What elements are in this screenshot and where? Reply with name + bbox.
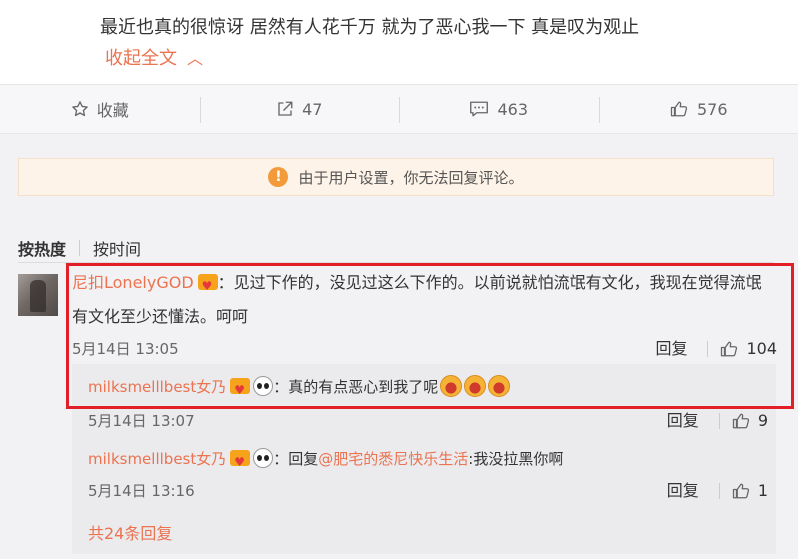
reply-timestamp: 5月14日 13:07 [88,412,195,430]
comment-item: 尼扣LonelyGOD ：见过下作的，没见过这么下作的。以前说就怕流氓有文化，我现… [72,268,777,368]
weibo-post-card: 最近也真的很惊讶 居然有人花千万 就为了恶心我一下 真是叹为观止 收起全文 ︿ 收… [0,0,798,559]
reply-prefix: ：回复 [273,450,319,468]
member-badge-icon [230,375,251,405]
collapse-full-text-link[interactable]: 收起全文 ︿ [105,46,203,72]
reply-restriction-notice: ! 由于用户设置，你无法回复评论。 [18,158,774,196]
laughing-emoji-icon [488,375,511,397]
thumbs-up-icon[interactable] [732,412,750,430]
favorite-button[interactable]: 收藏 [0,85,200,133]
share-icon [278,101,293,116]
reply-username[interactable]: milksmelllbest女乃 [88,450,226,468]
like-button[interactable]: 576 [598,85,798,133]
action-divider [718,483,720,499]
reply-text: :我没拉黑你啊 [468,450,564,468]
share-count: 47 [302,99,323,119]
panda-badge-icon [253,376,274,396]
reply-like-count: 9 [757,411,768,430]
reply-body: milksmelllbest女乃 ：回复@肥宅的悉尼快乐生活:我没拉黑你啊 [88,444,768,477]
laughing-emoji-icon [440,375,463,397]
reply-item: milksmelllbest女乃 ：真的有点恶心到我了呢 5月14日 13:07 … [88,372,768,438]
reply-button[interactable]: 回复 [667,406,699,436]
thumbs-up-icon [670,101,688,117]
sort-divider-line [18,262,774,263]
comment-actions: 回复 104 [655,334,777,364]
reply-meta-row: 5月14日 13:07 回复 9 [88,406,768,438]
reply-like-count: 1 [757,481,768,500]
post-action-bar: 收藏 47 463 576 [0,84,798,134]
comment-icon [470,101,489,117]
post-text: 最近也真的很惊讶 居然有人花千万 就为了恶心我一下 真是叹为观止 [100,17,640,38]
comment-username[interactable]: 尼扣LonelyGOD [72,273,194,292]
reply-actions: 回复 9 [667,406,768,436]
action-divider [707,341,709,357]
notice-text: 由于用户设置，你无法回复评论。 [298,168,524,187]
like-count: 576 [696,99,728,119]
reply-button[interactable]: 回复 [655,334,687,364]
reply-username[interactable]: milksmelllbest女乃 [88,378,226,396]
comment-like-count: 104 [746,339,777,358]
warning-icon: ! [268,167,289,187]
share-button[interactable]: 47 [199,85,400,133]
favorite-label: 收藏 [96,101,129,120]
reply-text: ：真的有点恶心到我了呢 [273,378,439,396]
action-divider [718,413,720,429]
sort-by-hot-tab[interactable]: 按热度 [18,236,66,260]
comment-timestamp: 5月14日 13:05 [72,340,179,358]
chevron-up-icon: ︿ [187,49,204,68]
comment-sort-bar: 按热度 按时间 [18,236,141,260]
comment-text-line2: 有文化至少还懂法。呵呵 [72,307,249,326]
view-all-replies-link[interactable]: 共24条回复 [88,520,172,544]
comment-meta-row: 5月14日 13:05 回复 104 [72,334,777,368]
collapse-label: 收起全文 [105,48,177,69]
reply-meta-row: 5月14日 13:16 回复 1 [88,476,768,508]
avatar[interactable] [18,274,58,316]
reply-button[interactable]: 回复 [667,476,699,506]
comment-button[interactable]: 463 [399,85,599,133]
comment-body-line1: 尼扣LonelyGOD ：见过下作的，没见过这么下作的。以前说就怕流氓有文化，我现… [72,268,777,301]
reply-body: milksmelllbest女乃 ：真的有点恶心到我了呢 [88,372,768,405]
thumbs-up-icon[interactable] [732,482,750,500]
comment-count: 463 [497,99,529,119]
member-badge-icon [197,271,218,301]
reply-thread: milksmelllbest女乃 ：真的有点恶心到我了呢 5月14日 13:07 … [72,364,776,554]
reply-actions: 回复 1 [667,476,768,506]
sort-divider [79,240,81,256]
comment-text-line1: ：见过下作的，没见过这么下作的。以前说就怕流氓有文化，我现在觉得流氓 [217,273,762,292]
sort-by-time-tab[interactable]: 按时间 [93,236,141,260]
reply-timestamp: 5月14日 13:16 [88,482,195,500]
reply-item: milksmelllbest女乃 ：回复@肥宅的悉尼快乐生活:我没拉黑你啊 5月1… [88,444,768,508]
panda-badge-icon [253,448,274,468]
mention-link[interactable]: @肥宅的悉尼快乐生活 [318,450,468,468]
member-badge-icon [230,447,251,477]
thumbs-up-icon[interactable] [720,340,738,358]
laughing-emoji-icon [464,375,487,397]
star-icon [71,101,88,117]
